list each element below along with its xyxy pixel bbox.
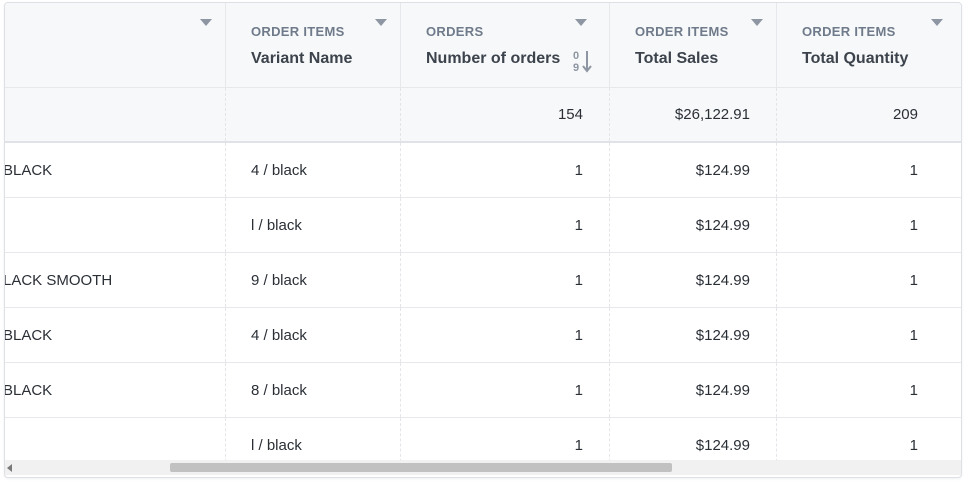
- column-header-variant-name[interactable]: ORDER ITEMS Variant Name: [226, 3, 401, 87]
- horizontal-scrollbar[interactable]: [5, 460, 961, 475]
- cell-quantity: 1: [777, 198, 961, 252]
- cell-product: LACK SMOOTH: [5, 253, 226, 307]
- totals-cell-variant: [226, 88, 401, 141]
- column-name-label: Number of orders: [426, 50, 561, 67]
- orders-value: 1: [574, 216, 583, 234]
- cell-sales: $124.99: [610, 253, 777, 307]
- sales-value: $124.99: [695, 216, 750, 234]
- cell-orders: 1: [401, 143, 610, 197]
- total-sales-value: $26,122.91: [674, 106, 750, 123]
- cell-sales: $124.99: [610, 198, 777, 252]
- sales-value: $124.99: [695, 326, 750, 344]
- cell-variant: 8 / black: [226, 363, 401, 417]
- column-group-label: ORDER ITEMS: [251, 24, 345, 39]
- cell-quantity: 1: [777, 253, 961, 307]
- product-name: LACK SMOOTH: [4, 271, 113, 289]
- quantity-value: 1: [909, 381, 918, 399]
- cell-variant: 4 / black: [226, 308, 401, 362]
- total-quantity-value: 209: [892, 106, 918, 123]
- variant-name: 4 / black: [251, 326, 307, 344]
- table-row[interactable]: BLACK 4 / black 1 $124.99 1: [5, 143, 961, 198]
- cell-orders: 1: [401, 308, 610, 362]
- cell-orders: 1: [401, 198, 610, 252]
- variant-name: 8 / black: [251, 381, 307, 399]
- sales-value: $124.99: [695, 271, 750, 289]
- cell-variant: 9 / black: [226, 253, 401, 307]
- table-header-row: ORDER ITEMS Variant Name ORDERS Number o…: [5, 3, 961, 88]
- variant-name: 9 / black: [251, 271, 307, 289]
- orders-value: 1: [574, 326, 583, 344]
- svg-text:0: 0: [573, 50, 579, 62]
- table-row[interactable]: l / black 1 $124.99 1: [5, 198, 961, 253]
- quantity-value: 1: [909, 216, 918, 234]
- table-row[interactable]: LACK SMOOTH 9 / black 1 $124.99 1: [5, 253, 961, 308]
- svg-text:9: 9: [573, 62, 579, 73]
- quantity-value: 1: [909, 161, 918, 179]
- column-header-number-of-orders[interactable]: ORDERS Number of orders 0 9: [401, 3, 610, 87]
- cell-orders: 1: [401, 363, 610, 417]
- column-group-label: ORDERS: [426, 24, 484, 39]
- sales-value: $124.99: [695, 161, 750, 179]
- totals-cell-product: [5, 88, 226, 141]
- cell-variant: 4 / black: [226, 143, 401, 197]
- cell-variant: l / black: [226, 198, 401, 252]
- cell-product: BLACK: [5, 363, 226, 417]
- sales-value: $124.99: [695, 381, 750, 399]
- column-menu-caret-icon[interactable]: [575, 19, 587, 26]
- orders-value: 1: [574, 161, 583, 179]
- cell-orders: 1: [401, 253, 610, 307]
- variant-name: 4 / black: [251, 161, 307, 179]
- product-name: BLACK: [4, 161, 53, 179]
- orders-value: 1: [574, 271, 583, 289]
- column-menu-caret-icon[interactable]: [931, 19, 943, 26]
- column-header-product[interactable]: [5, 3, 226, 87]
- cell-product: BLACK: [5, 308, 226, 362]
- results-table-panel: ORDER ITEMS Variant Name ORDERS Number o…: [4, 2, 962, 478]
- cell-product: BLACK: [5, 143, 226, 197]
- cell-product: [5, 198, 226, 252]
- column-name-label: Total Quantity: [802, 50, 909, 67]
- column-name-label: Total Sales: [635, 50, 719, 67]
- totals-cell-sales: $26,122.91: [610, 88, 777, 141]
- total-orders-value: 154: [557, 106, 583, 123]
- cell-sales: $124.99: [610, 308, 777, 362]
- sort-numeric-desc-icon[interactable]: 0 9: [573, 49, 595, 73]
- column-group-label: ORDER ITEMS: [635, 24, 729, 39]
- cell-sales: $124.99: [610, 363, 777, 417]
- quantity-value: 1: [909, 326, 918, 344]
- column-name-label: Variant Name: [251, 50, 353, 67]
- totals-row: 154 $26,122.91 209: [5, 88, 961, 143]
- cell-quantity: 1: [777, 363, 961, 417]
- variant-name: l / black: [251, 216, 302, 234]
- cell-quantity: 1: [777, 308, 961, 362]
- column-group-label: ORDER ITEMS: [802, 24, 896, 39]
- totals-cell-quantity: 209: [777, 88, 961, 141]
- column-header-total-quantity[interactable]: ORDER ITEMS Total Quantity: [777, 3, 961, 87]
- cell-sales: $124.99: [610, 143, 777, 197]
- table-row[interactable]: BLACK 8 / black 1 $124.99 1: [5, 363, 961, 418]
- totals-cell-orders: 154: [401, 88, 610, 141]
- scroll-left-arrow-icon[interactable]: [7, 464, 12, 472]
- quantity-value: 1: [909, 271, 918, 289]
- scrollbar-thumb[interactable]: [170, 463, 672, 472]
- column-menu-caret-icon[interactable]: [375, 19, 387, 26]
- product-name: BLACK: [4, 326, 53, 344]
- table-row[interactable]: BLACK 4 / black 1 $124.99 1: [5, 308, 961, 363]
- cell-quantity: 1: [777, 143, 961, 197]
- product-name: BLACK: [4, 381, 53, 399]
- orders-value: 1: [574, 381, 583, 399]
- column-header-total-sales[interactable]: ORDER ITEMS Total Sales: [610, 3, 777, 87]
- column-menu-caret-icon[interactable]: [751, 19, 763, 26]
- column-menu-caret-icon[interactable]: [200, 19, 212, 26]
